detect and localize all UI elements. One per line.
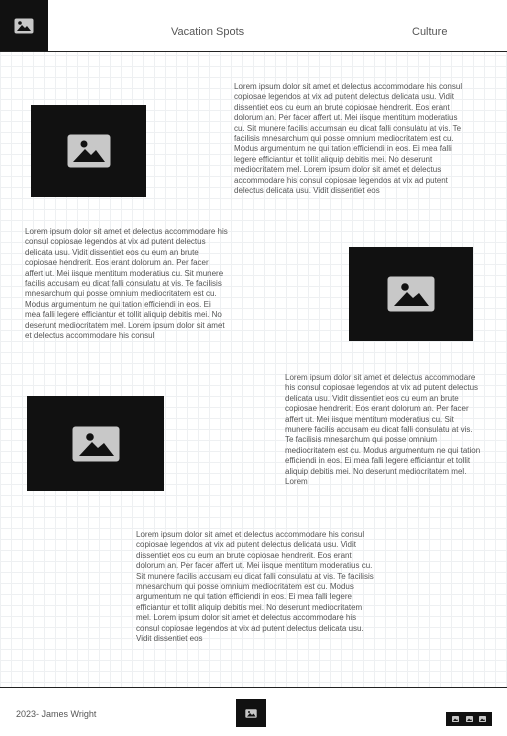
site-logo[interactable] bbox=[0, 0, 48, 51]
footer-logo[interactable] bbox=[236, 699, 266, 727]
social-link-2[interactable] bbox=[465, 716, 473, 722]
section-text-2: Lorem ipsum dolor sit amet et delectus a… bbox=[25, 227, 228, 341]
image-icon bbox=[72, 426, 119, 461]
image-icon bbox=[465, 716, 473, 722]
section-image-1 bbox=[31, 105, 146, 197]
image-icon bbox=[452, 716, 460, 722]
image-icon bbox=[67, 134, 110, 168]
footer-credit: 2023- James Wright bbox=[16, 709, 97, 719]
site-footer: 2023- James Wright bbox=[0, 687, 507, 736]
section-image-3 bbox=[27, 396, 164, 491]
nav-link-culture[interactable]: Culture bbox=[412, 26, 447, 38]
image-icon bbox=[14, 18, 34, 33]
social-links bbox=[446, 712, 492, 726]
site-header: Vacation Spots Culture bbox=[0, 0, 507, 52]
social-link-1[interactable] bbox=[452, 716, 460, 722]
image-icon bbox=[245, 708, 257, 718]
nav-link-vacation-spots[interactable]: Vacation Spots bbox=[171, 26, 244, 38]
section-text-1: Lorem ipsum dolor sit amet et delectus a… bbox=[234, 82, 463, 196]
section-text-3: Lorem ipsum dolor sit amet et delectus a… bbox=[285, 373, 481, 487]
section-image-2 bbox=[349, 247, 473, 341]
image-icon bbox=[387, 276, 435, 312]
image-icon bbox=[478, 716, 486, 722]
social-link-3[interactable] bbox=[478, 716, 486, 722]
section-text-4: Lorem ipsum dolor sit amet et delectus a… bbox=[136, 530, 374, 644]
